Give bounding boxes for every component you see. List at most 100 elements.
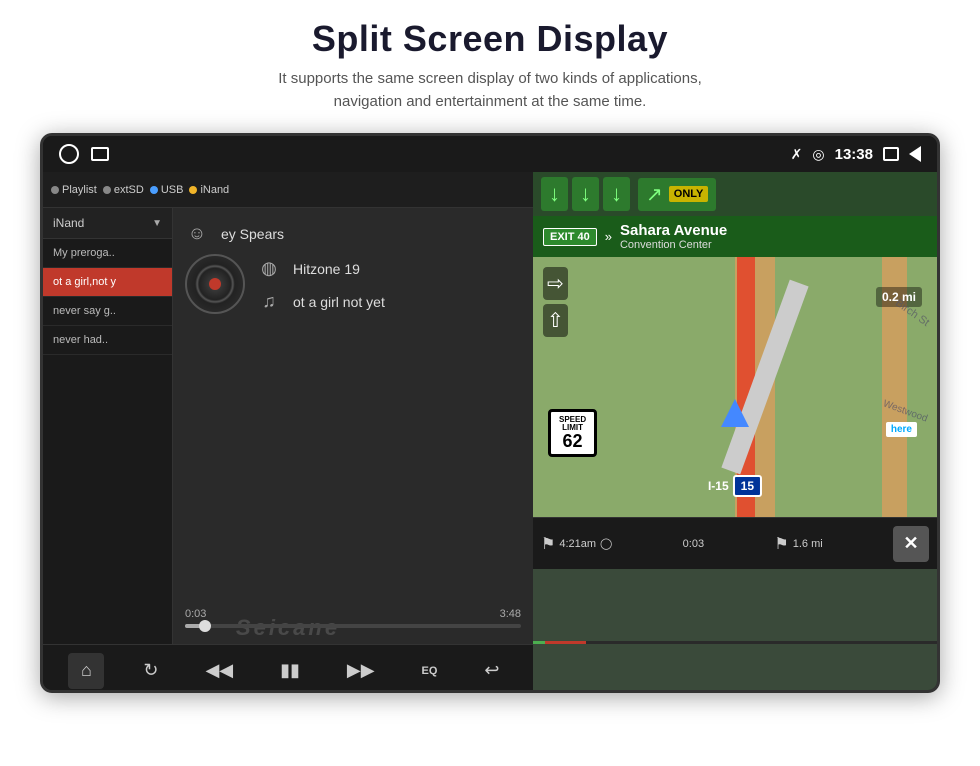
- arrow-down-3: ↓: [603, 177, 630, 211]
- now-playing-info: ☺ ey Spears ◍: [185, 223, 521, 314]
- arrow-down-2: ↓: [572, 177, 599, 211]
- location-icon: ◎: [812, 146, 824, 163]
- left-panel: Playlist extSD USB iNand: [43, 172, 533, 693]
- total-time: 3:48: [500, 608, 521, 620]
- right-panel: ↓ ↓ ↓ ↗ ONLY EXIT 40 »: [533, 172, 937, 693]
- source-playlist[interactable]: Playlist: [51, 184, 97, 196]
- remaining-distance: 1.6 mi: [793, 538, 823, 550]
- progress-area: 0:03 3:48: [185, 602, 521, 634]
- image-icon: [91, 147, 109, 161]
- arrow-only-sign: ↗ ONLY: [638, 178, 716, 211]
- album-row: ◍ Hitzone 19 ♫ ot a girl not yet: [185, 254, 521, 314]
- source-dot-usb: [150, 186, 158, 194]
- turn-icons: ⇨ ⇧: [543, 267, 568, 337]
- person-icon: ☺: [185, 223, 209, 244]
- eq-button[interactable]: EQ: [414, 661, 446, 681]
- repeat-button[interactable]: ↻: [135, 656, 166, 685]
- vinyl-disc: [185, 254, 245, 314]
- disc-icon: ◍: [257, 258, 281, 279]
- arrow-signs-group: ↓ ↓ ↓: [541, 177, 630, 211]
- album-name: Hitzone 19: [293, 261, 360, 277]
- speed-limit-number: 62: [559, 432, 586, 450]
- device-frame: ✗ ◎ 13:38 Playlist extSD: [40, 133, 940, 693]
- progress-thumb[interactable]: [199, 620, 211, 632]
- home-button[interactable]: ⌂: [68, 653, 104, 689]
- next-button[interactable]: ▶▶: [339, 656, 383, 685]
- exit-sign: EXIT 40 » Sahara Avenue Convention Cente…: [533, 216, 937, 257]
- flag-start-icon: ⚑: [541, 534, 555, 554]
- map-area: ⇨ ⇧ 0.2 mi SPEEDLIMIT 62 here: [533, 257, 937, 517]
- artist-row: ☺ ey Spears: [185, 223, 521, 244]
- controls-bar: ⌂ ↻ ◀◀ ▮▮ ▶▶ EQ ↩: [43, 644, 533, 693]
- source-inand[interactable]: iNand: [189, 184, 229, 196]
- window-icon: [883, 147, 899, 161]
- clock-icon: ◯: [600, 537, 612, 550]
- page-header: Split Screen Display It supports the sam…: [0, 0, 980, 123]
- destination-sub: Convention Center: [620, 239, 727, 251]
- source-dot-extsd: [103, 186, 111, 194]
- status-bar: ✗ ◎ 13:38: [43, 136, 937, 172]
- disc-icon-row: ◍ Hitzone 19: [257, 258, 385, 279]
- turn-icon-straight: ⇨: [543, 267, 568, 300]
- nav-elapsed: 0:03: [683, 538, 704, 550]
- home-circle-icon: [59, 144, 79, 164]
- music-note-icon: ♫: [257, 291, 281, 312]
- highway-signs-row: ↓ ↓ ↓ ↗ ONLY: [541, 177, 929, 211]
- page-subtitle: It supports the same screen display of t…: [0, 68, 980, 113]
- vinyl-center: [209, 278, 221, 290]
- speed-limit-label: SPEEDLIMIT: [559, 416, 586, 432]
- prev-button[interactable]: ◀◀: [197, 656, 241, 685]
- source-bar: Playlist extSD USB iNand: [43, 172, 533, 208]
- status-right: ✗ ◎ 13:38: [791, 146, 921, 163]
- speed-limit-sign: SPEEDLIMIT 62: [548, 409, 597, 457]
- progress-times: 0:03 3:48: [185, 608, 521, 620]
- back-icon: [909, 146, 921, 162]
- nav-progress-red: [545, 641, 585, 644]
- i15-label: I-15: [708, 479, 729, 493]
- current-time: 0:03: [185, 608, 206, 620]
- track-name: ot a girl not yet: [293, 294, 385, 310]
- here-logo: here: [886, 422, 917, 437]
- arrow-down-1: ↓: [541, 177, 568, 211]
- artist-name: ey Spears: [221, 226, 284, 242]
- status-left: [59, 144, 109, 164]
- page-title: Split Screen Display: [0, 18, 980, 60]
- flag-end-icon: ⚑: [774, 534, 788, 554]
- playlist-item-4[interactable]: never had..: [43, 326, 172, 355]
- dropdown-arrow-icon: ▼: [152, 218, 162, 229]
- destination-main: Sahara Avenue: [620, 222, 727, 239]
- turn-icon-fork: ⇧: [543, 304, 568, 337]
- source-extsd[interactable]: extSD: [103, 184, 144, 196]
- highway-header: ↓ ↓ ↓ ↗ ONLY: [533, 172, 937, 216]
- nav-eta: ⚑ 4:21am ◯: [541, 534, 612, 554]
- playlist-item-3[interactable]: never say g..: [43, 297, 172, 326]
- car-position: [721, 399, 749, 427]
- playlist-header[interactable]: iNand ▼: [43, 208, 172, 239]
- bluetooth-icon: ✗: [791, 146, 803, 163]
- nav-bottom-bar: ⚑ 4:21am ◯ 0:03 ⚑ 1.6 mi ✕: [533, 517, 937, 569]
- source-dot-inand: [189, 186, 197, 194]
- exit-number: EXIT 40: [543, 228, 597, 246]
- source-usb[interactable]: USB: [150, 184, 184, 196]
- playlist-item-2[interactable]: ot a girl,not y: [43, 268, 172, 297]
- exit-destination: Sahara Avenue Convention Center: [620, 222, 727, 251]
- progress-bar[interactable]: [185, 624, 521, 628]
- only-label: ONLY: [669, 186, 709, 202]
- i15-shield: 15: [733, 475, 762, 497]
- back-button[interactable]: ↩: [476, 656, 507, 685]
- source-dot-playlist: [51, 186, 59, 194]
- split-container: Playlist extSD USB iNand: [43, 172, 937, 693]
- track-row: ♫ ot a girl not yet: [257, 291, 385, 312]
- page: Split Screen Display It supports the sam…: [0, 0, 980, 693]
- nav-close-button[interactable]: ✕: [893, 526, 929, 562]
- eta-time: 4:21am: [559, 538, 596, 550]
- nav-remaining: ⚑ 1.6 mi: [774, 534, 822, 554]
- i15-sign: I-15 15: [708, 475, 762, 497]
- pause-button[interactable]: ▮▮: [272, 656, 308, 685]
- status-time: 13:38: [835, 146, 873, 163]
- exit-arrow: »: [605, 229, 612, 244]
- playlist-item-1[interactable]: My preroga..: [43, 239, 172, 268]
- music-main: ☺ ey Spears ◍: [173, 208, 533, 644]
- playlist-sidebar: iNand ▼ My preroga.. ot a girl,not y nev…: [43, 208, 173, 644]
- music-body: iNand ▼ My preroga.. ot a girl,not y nev…: [43, 208, 533, 644]
